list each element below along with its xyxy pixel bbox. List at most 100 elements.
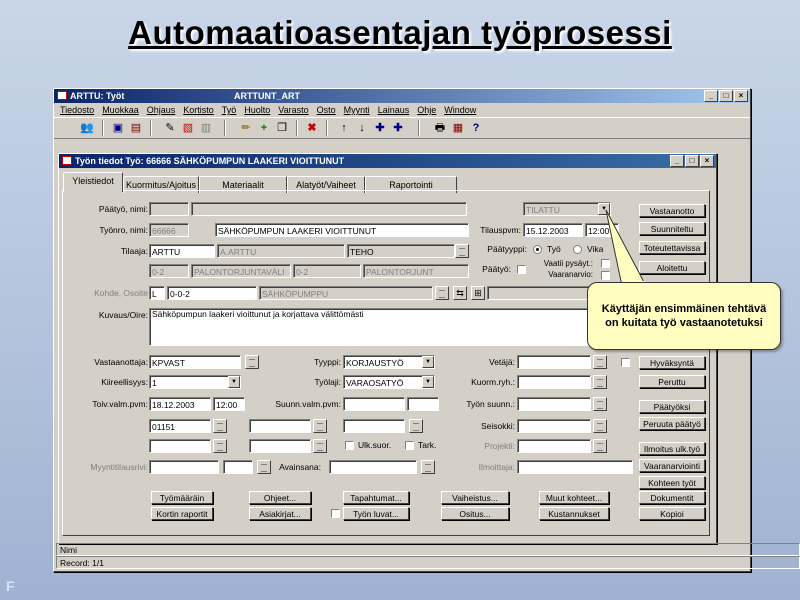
minimize-button[interactable]: _ (704, 90, 718, 102)
radio-vika[interactable] (573, 245, 582, 254)
kustannukset-button[interactable]: Kustannukset (539, 507, 609, 520)
menu-item-9[interactable]: Lainaus (378, 105, 410, 115)
kiireellisyys-dropdown-icon[interactable]: ▼ (228, 376, 240, 388)
tyyppi-field[interactable]: KORJAUSTYÖ ▼ (343, 355, 435, 369)
radio-tyo[interactable] (533, 245, 542, 254)
form-close-button[interactable]: × (700, 155, 714, 167)
lask-lookup-4[interactable] (313, 439, 327, 453)
menu-item-5[interactable]: Huolto (244, 105, 270, 115)
tyyppi-dropdown-icon[interactable]: ▼ (422, 356, 434, 368)
tyon-suunn-lookup[interactable] (593, 397, 607, 411)
paatyo-checkbox[interactable] (517, 265, 526, 274)
menu-item-3[interactable]: Kortisto (183, 105, 214, 115)
lask-field-2[interactable] (249, 419, 311, 433)
lask-field-3[interactable] (149, 439, 211, 453)
tilaaja-field[interactable]: ARTTU (149, 244, 215, 258)
kuorm-ryh-field[interactable] (517, 375, 591, 389)
delete-form-icon[interactable]: ▧ (180, 120, 196, 136)
asiakirjat-button[interactable]: Asiakirjat... (249, 507, 311, 520)
paatyoksi-button[interactable]: Päätyöksi (639, 400, 705, 413)
avainsana-field[interactable] (329, 460, 417, 474)
tyolaji-field[interactable]: VARAOSATYÖ ▼ (343, 375, 435, 389)
projekti-field[interactable] (517, 439, 591, 453)
cross-up-icon[interactable]: ✚ (372, 120, 388, 136)
form-minimize-button[interactable]: _ (670, 155, 684, 167)
lask-field-1[interactable]: 01151 (149, 419, 211, 433)
seisokki-field[interactable] (517, 419, 591, 433)
kohteen-tyot-button[interactable]: Kohteen työt (639, 476, 705, 489)
tilaaja-lookup-button[interactable] (455, 244, 469, 258)
tyon-suunn-field[interactable] (517, 397, 591, 411)
vetaja-field[interactable] (517, 355, 591, 369)
kortin-raportit-button[interactable]: Kortin raportit (151, 507, 213, 520)
suunn-pvm-field[interactable] (343, 397, 405, 411)
report-icon[interactable]: ▦ (450, 120, 466, 136)
lask-lookup-1[interactable] (213, 419, 227, 433)
menu-item-8[interactable]: Myynti (344, 105, 370, 115)
tyon-luvat-checkbox[interactable] (331, 509, 340, 518)
ilmoitus-ulk-tyo-button[interactable]: Ilmoitus ulk.työ (639, 442, 705, 455)
kohde-lookup-button[interactable] (435, 286, 449, 300)
toiv-aika-field[interactable]: 12:00 (213, 397, 245, 411)
pencil-icon[interactable]: ✏ (238, 120, 254, 136)
menu-item-4[interactable]: Työ (222, 105, 237, 115)
seisokki-lookup[interactable] (593, 419, 607, 433)
menu-item-2[interactable]: Ohjaus (147, 105, 176, 115)
paatyo-name-field[interactable] (191, 202, 467, 216)
tab-yleistiedot[interactable]: Yleistiedot (63, 172, 123, 192)
peruttu-button[interactable]: Peruttu (639, 375, 705, 388)
cross-icon[interactable]: ✚ (390, 120, 406, 136)
kuorm-ryh-lookup[interactable] (593, 375, 607, 389)
menu-item-11[interactable]: Window (444, 105, 476, 115)
delete-icon[interactable]: ✖ (304, 120, 320, 136)
tark-checkbox[interactable] (405, 441, 414, 450)
vetaja-lookup[interactable] (593, 355, 607, 369)
kiireellisyys-field[interactable]: 1 ▼ (149, 375, 241, 389)
tyon-luvat-button[interactable]: Työn luvat... (343, 507, 409, 520)
help-icon[interactable]: ? (468, 120, 484, 136)
tyonimi-field[interactable]: SÄHKÖPUMPUN LAAKERI VIOITTUNUT (215, 223, 469, 237)
users-icon[interactable]: 👥 (76, 120, 98, 136)
vastaanotto-button[interactable]: Vastaanotto (639, 204, 705, 217)
vastaanottaja-field[interactable]: KPVAST (149, 355, 241, 369)
maximize-button[interactable]: □ (719, 90, 733, 102)
form-maximize-button[interactable]: □ (685, 155, 699, 167)
transfer-icon[interactable]: ⇆ (453, 286, 467, 300)
exit-icon[interactable]: ▤ (128, 120, 144, 136)
hyvaksynta-button[interactable]: Hyväksyntä (639, 356, 705, 369)
paatyo-field[interactable] (149, 202, 189, 216)
kohde-l-field[interactable]: L (149, 286, 165, 300)
tyomaarain-button[interactable]: Työmääräin (151, 491, 213, 504)
vaaranarviointi-button[interactable]: Vaaranarviointi (639, 459, 705, 472)
dokumentit-button[interactable]: Dokumentit (639, 491, 705, 504)
myyntitilausrivi-field[interactable] (149, 460, 219, 474)
projekti-lookup[interactable] (593, 439, 607, 453)
tapahtumat-button[interactable]: Tapahtumat... (343, 491, 409, 504)
tila-field[interactable]: TILATTU ▼ (523, 202, 611, 216)
arrow-up-icon[interactable]: ↑ (336, 120, 352, 136)
edit-icon[interactable]: ✎ (162, 120, 178, 136)
muut-kohteet-button[interactable]: Muut kohteet... (539, 491, 609, 504)
copy-icon[interactable]: ❐ (274, 120, 290, 136)
toiv-pvm-field[interactable]: 18.12.2003 (149, 397, 211, 411)
suunn-aika-field[interactable] (407, 397, 439, 411)
vaiheistus-button[interactable]: Vaiheistus... (441, 491, 509, 504)
add-icon[interactable]: + (256, 120, 272, 136)
menu-item-0[interactable]: Tiedosto (60, 105, 94, 115)
avainsana-lookup[interactable] (421, 460, 435, 474)
kohde-code-field[interactable]: 0-0-2 (167, 286, 257, 300)
lask-lookup-2[interactable] (313, 419, 327, 433)
kuvaus-field[interactable]: Sähköpumpun laakeri vioittunut ja korjat… (149, 308, 633, 346)
list-icon[interactable]: ▥ (198, 120, 214, 136)
ulk-suor-checkbox[interactable] (345, 441, 354, 450)
vastaanottaja-lookup-button[interactable] (245, 355, 259, 369)
kopioi-button[interactable]: Kopioi (639, 507, 705, 520)
menu-item-1[interactable]: Muokkaa (102, 105, 139, 115)
lask-lookup-5[interactable] (409, 419, 423, 433)
print-icon[interactable]: 🖶 (432, 120, 448, 136)
close-button[interactable]: × (734, 90, 748, 102)
menu-item-10[interactable]: Ohje (417, 105, 436, 115)
hyvaksynta-checkbox[interactable] (621, 358, 630, 367)
menu-item-7[interactable]: Osto (317, 105, 336, 115)
ilmoittaja-field[interactable] (517, 460, 633, 474)
